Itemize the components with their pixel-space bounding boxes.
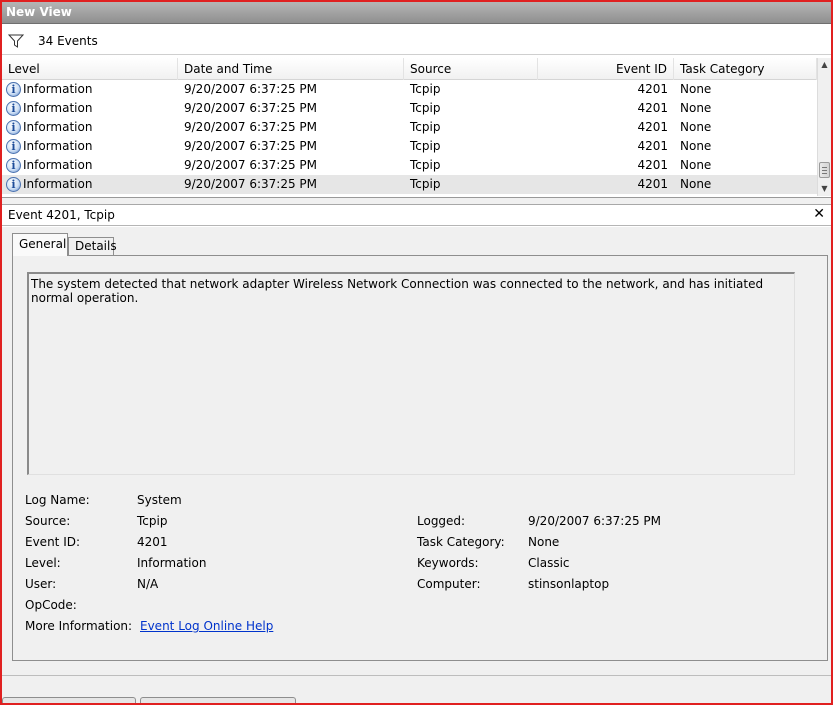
row-category: None (680, 82, 712, 96)
row-event-id: 4201 (637, 101, 668, 115)
table-row[interactable]: i Information 9/20/2007 6:37:25 PM Tcpip … (2, 99, 817, 118)
scroll-up-arrow-icon[interactable]: ▲ (818, 58, 831, 72)
table-row[interactable]: i Information 9/20/2007 6:37:25 PM Tcpip … (2, 118, 817, 137)
information-icon: i (6, 101, 21, 116)
information-icon: i (6, 120, 21, 135)
row-event-id: 4201 (637, 177, 668, 191)
grid-rows: i Information 9/20/2007 6:37:25 PM Tcpip … (2, 80, 817, 194)
grid-vertical-scrollbar[interactable]: ▲ ▼ (817, 58, 831, 196)
row-category: None (680, 177, 712, 191)
row-level: Information (23, 139, 93, 153)
user-value: N/A (137, 577, 159, 591)
table-row[interactable]: i Information 9/20/2007 6:37:25 PM Tcpip … (2, 156, 817, 175)
row-datetime: 9/20/2007 6:37:25 PM (184, 139, 318, 153)
row-datetime: 9/20/2007 6:37:25 PM (184, 158, 318, 172)
row-level: Information (23, 82, 93, 96)
level-value: Information (137, 556, 207, 570)
row-datetime: 9/20/2007 6:37:25 PM (184, 177, 318, 191)
information-icon: i (6, 158, 21, 173)
row-level: Information (23, 120, 93, 134)
row-category: None (680, 139, 712, 153)
log-name-label: Log Name: (25, 493, 90, 507)
information-icon: i (6, 177, 21, 192)
task-category-label: Task Category: (417, 535, 505, 549)
log-name-value: System (137, 493, 182, 507)
table-row-selected[interactable]: i Information 9/20/2007 6:37:25 PM Tcpip … (2, 175, 817, 194)
table-row[interactable]: i Information 9/20/2007 6:37:25 PM Tcpip … (2, 80, 817, 99)
row-source: Tcpip (410, 177, 441, 191)
event-detail-pane: General Details The system detected that… (2, 227, 831, 675)
row-event-id: 4201 (637, 120, 668, 134)
column-header-event-id[interactable]: Event ID (538, 58, 674, 80)
row-level: Information (23, 101, 93, 115)
pane-splitter[interactable] (2, 198, 831, 205)
keywords-value: Classic (528, 556, 570, 570)
close-icon[interactable]: ✕ (813, 206, 825, 222)
event-id-label: Event ID: (25, 535, 81, 549)
filter-row: 34 Events (2, 27, 831, 55)
row-event-id: 4201 (637, 139, 668, 153)
row-source: Tcpip (410, 139, 441, 153)
source-label: Source: (25, 514, 71, 528)
more-information-label: More Information: (25, 619, 133, 633)
source-value: Tcpip (137, 514, 168, 528)
user-label: User: (25, 577, 57, 591)
funnel-icon[interactable] (8, 34, 24, 48)
bottom-tab[interactable] (140, 697, 296, 703)
view-title: New View (6, 5, 72, 19)
event-log-online-help-link[interactable]: Event Log Online Help (140, 619, 273, 633)
bottom-tab[interactable] (2, 697, 136, 703)
tab-general[interactable]: General (12, 233, 68, 256)
row-category: None (680, 158, 712, 172)
row-event-id: 4201 (637, 82, 668, 96)
computer-value: stinsonlaptop (528, 577, 610, 591)
view-title-bar: New View (0, 0, 833, 24)
event-id-value: 4201 (137, 535, 168, 549)
computer-label: Computer: (417, 577, 481, 591)
information-icon: i (6, 82, 21, 97)
event-detail-title: Event 4201, Tcpip (8, 208, 115, 222)
scroll-down-arrow-icon[interactable]: ▼ (818, 182, 831, 196)
logged-label: Logged: (417, 514, 466, 528)
row-datetime: 9/20/2007 6:37:25 PM (184, 120, 318, 134)
row-source: Tcpip (410, 120, 441, 134)
event-description[interactable]: The system detected that network adapter… (27, 272, 795, 475)
column-header-level[interactable]: Level (2, 58, 178, 80)
scroll-thumb[interactable] (819, 162, 830, 178)
row-category: None (680, 101, 712, 115)
row-source: Tcpip (410, 82, 441, 96)
information-icon: i (6, 139, 21, 154)
tab-details[interactable]: Details (68, 237, 117, 256)
row-datetime: 9/20/2007 6:37:25 PM (184, 101, 318, 115)
task-category-value: None (528, 535, 560, 549)
row-datetime: 9/20/2007 6:37:25 PM (184, 82, 318, 96)
event-count: 34 Events (38, 33, 98, 48)
row-category: None (680, 120, 712, 134)
row-event-id: 4201 (637, 158, 668, 172)
general-tab-panel: The system detected that network adapter… (12, 255, 828, 661)
column-header-date-time[interactable]: Date and Time (178, 58, 404, 80)
grid-header: Level Date and Time Source Event ID Task… (2, 58, 817, 80)
opcode-label: OpCode: (25, 598, 77, 612)
column-header-source[interactable]: Source (404, 58, 538, 80)
row-source: Tcpip (410, 158, 441, 172)
logged-value: 9/20/2007 6:37:25 PM (528, 514, 662, 528)
row-source: Tcpip (410, 101, 441, 115)
row-level: Information (23, 158, 93, 172)
bottom-tab-strip (2, 697, 831, 703)
keywords-label: Keywords: (417, 556, 479, 570)
events-grid: Level Date and Time Source Event ID Task… (2, 56, 831, 198)
column-header-task-category[interactable]: Task Category (674, 58, 817, 80)
level-label: Level: (25, 556, 61, 570)
table-row[interactable]: i Information 9/20/2007 6:37:25 PM Tcpip … (2, 137, 817, 156)
row-level: Information (23, 177, 93, 191)
event-detail-header: Event 4201, Tcpip ✕ (2, 205, 831, 226)
